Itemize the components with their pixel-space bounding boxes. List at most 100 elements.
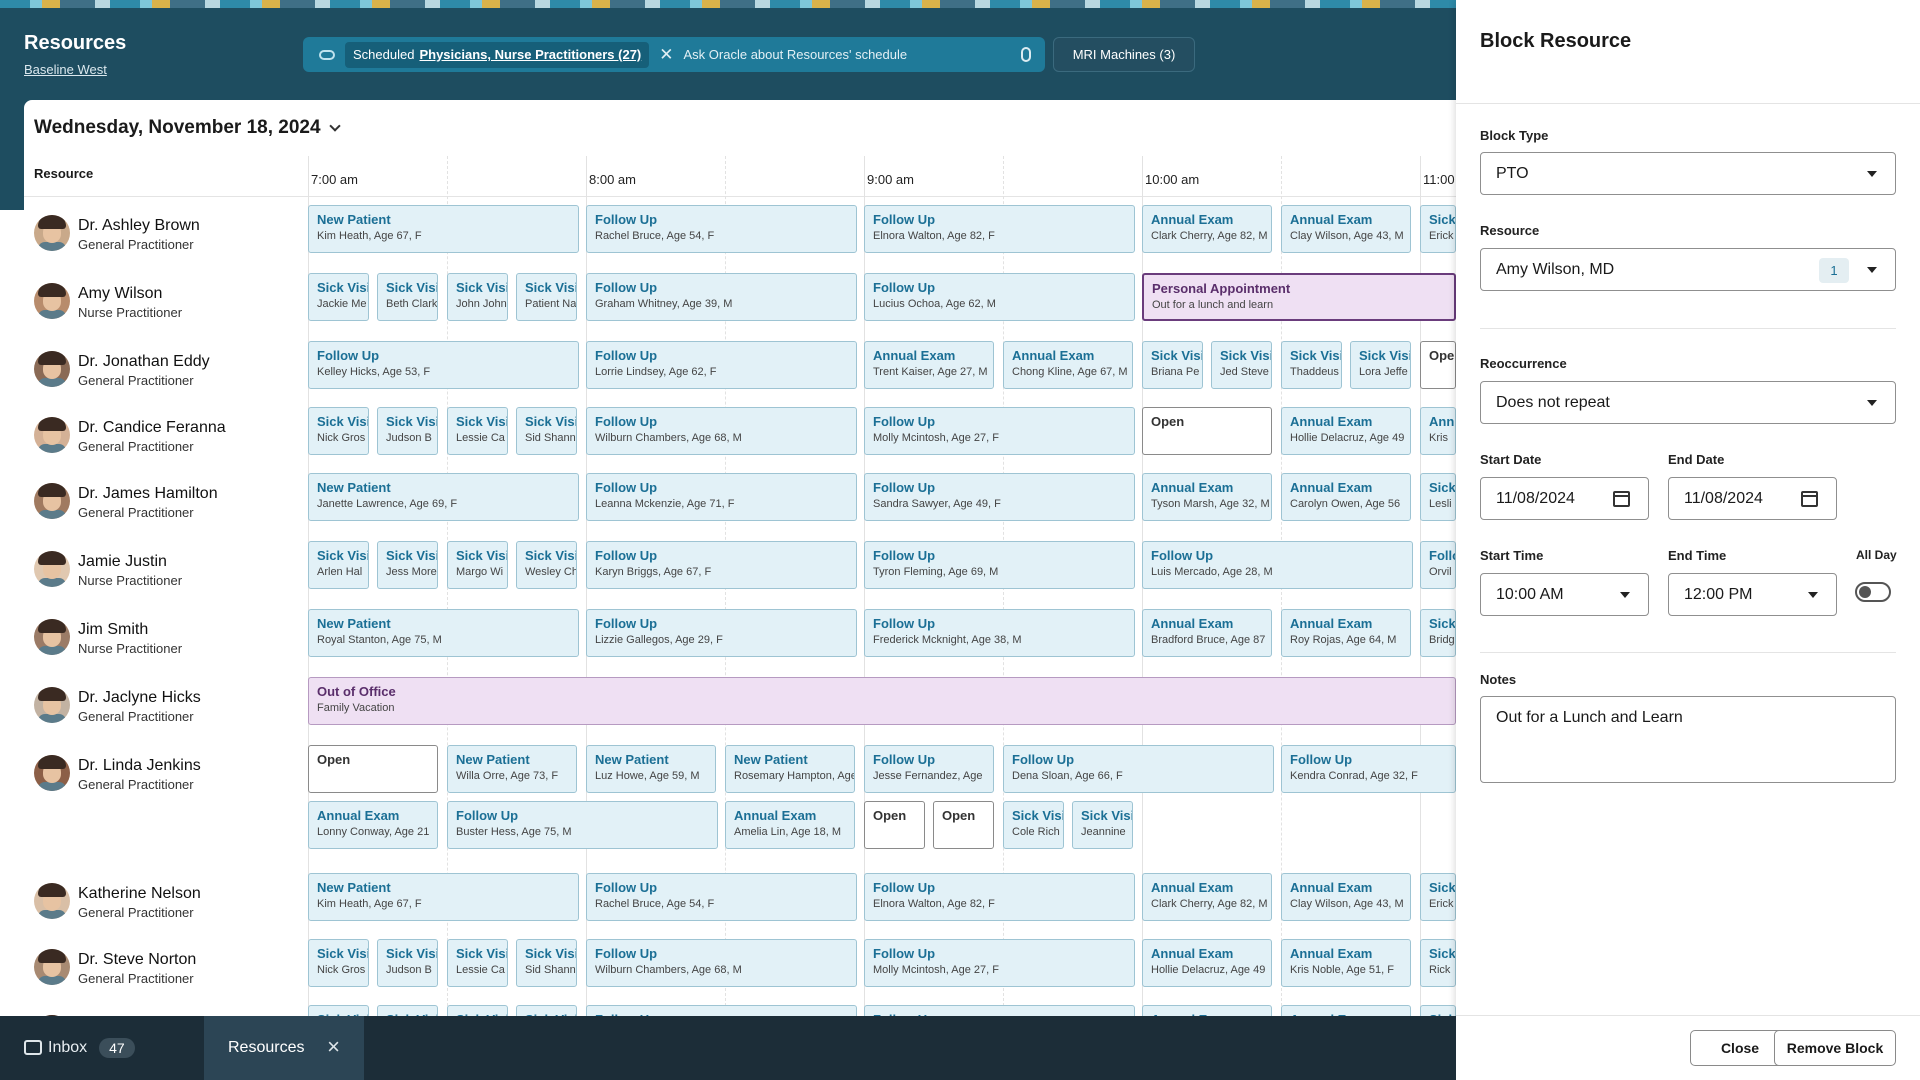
appointment-block[interactable]: Annual Exam Clark Cherry, Age 82, M (1142, 873, 1272, 921)
appointment-block[interactable]: Sick Visit Judson B (377, 407, 438, 455)
appointment-block[interactable]: Sick Visit Cole Rich (1003, 801, 1064, 849)
appointment-block[interactable]: Follow Up (864, 1005, 1135, 1016)
appointment-block[interactable]: Sick Visit Lessie Ca (447, 407, 508, 455)
resource-cell[interactable]: Dr. Candice Feranna General Practitioner (24, 407, 304, 455)
appointment-block[interactable]: Sick Visit Wesley Ch (516, 541, 577, 589)
appointment-block[interactable]: Sick Visit Nick Gros (308, 407, 369, 455)
microphone-icon[interactable] (1021, 47, 1031, 62)
appointment-block[interactable]: Follow Up Lizzie Gallegos, Age 29, F (586, 609, 857, 657)
appointment-block[interactable]: Follow Up Molly Mcintosh, Age 27, F (864, 407, 1135, 455)
date-selector[interactable]: Wednesday, November 18, 2024 (24, 100, 1456, 156)
appointment-block[interactable]: Follow Up Karyn Briggs, Age 67, F (586, 541, 857, 589)
appointment-block[interactable]: Out of Office Family Vacation (308, 677, 1456, 725)
appointment-block[interactable]: Sick Visit (308, 1005, 369, 1016)
appointment-block[interactable]: Follow Up Molly Mcintosh, Age 27, F (864, 939, 1135, 987)
resource-cell[interactable]: Amy Wilson Nurse Practitioner (24, 273, 304, 321)
appointment-block[interactable]: Sick Visit Margo Wi (447, 541, 508, 589)
appointment-block[interactable]: New Patient Janette Lawrence, Age 69, F (308, 473, 579, 521)
appointment-block[interactable]: Sick Visit Patient Na (516, 273, 577, 321)
resource-select[interactable]: Amy Wilson, MD 1 (1480, 248, 1896, 291)
appointment-block[interactable]: Follow Up Graham Whitney, Age 39, M (586, 273, 857, 321)
appointment-block[interactable]: Follo Orvil (1420, 541, 1456, 589)
appointment-block[interactable]: Sick (1420, 1005, 1456, 1016)
appointment-block[interactable]: Annual Exam Hollie Delacruz, Age 49 (1281, 407, 1411, 455)
appointment-block[interactable]: Follow Up Kelley Hicks, Age 53, F (308, 341, 579, 389)
appointment-block[interactable]: Annual Exam Carolyn Owen, Age 56 (1281, 473, 1411, 521)
open-slot[interactable]: Open (864, 801, 925, 849)
appointment-block[interactable]: Annual Exam (1142, 1005, 1272, 1016)
appointment-block[interactable]: Sick Visit (516, 1005, 577, 1016)
appointment-block[interactable]: Annual Exam Amelia Lin, Age 18, M (725, 801, 855, 849)
appointment-block[interactable]: Annual Exam Chong Kline, Age 67, M (1003, 341, 1133, 389)
appointment-block[interactable]: Sick Visit Sid Shann (516, 407, 577, 455)
appointment-block[interactable]: Sick Bridg (1420, 609, 1456, 657)
appointment-block[interactable]: Sick Visit Briana Pe (1142, 341, 1203, 389)
appointment-block[interactable]: Sick Visit Arlen Hal (308, 541, 369, 589)
resource-cell[interactable]: Dr. Linda Jenkins General Practitioner (24, 745, 304, 793)
calendar-icon[interactable] (1801, 491, 1818, 507)
appointment-block[interactable]: Sick Visit Judson B (377, 939, 438, 987)
appointment-block[interactable]: Follow Up Rachel Bruce, Age 54, F (586, 873, 857, 921)
resource-cell[interactable]: Dr. Steve Norton General Practitioner (24, 939, 304, 987)
open-slot[interactable]: Open (308, 745, 438, 793)
appointment-block[interactable]: Annual Exam Lonny Conway, Age 21 (308, 801, 438, 849)
end-date-input[interactable]: 11/08/2024 (1668, 477, 1837, 520)
appointment-block[interactable]: New Patient Rosemary Hampton, Age (725, 745, 855, 793)
appointment-block[interactable]: Annual Exam Clark Cherry, Age 82, M (1142, 205, 1272, 253)
clear-filter-icon[interactable]: ✕ (659, 46, 673, 63)
appointment-block[interactable]: Sick Visit Jess More (377, 541, 438, 589)
open-slot[interactable]: Open (1142, 407, 1272, 455)
open-slot[interactable]: Open (1420, 341, 1456, 389)
start-date-input[interactable]: 11/08/2024 (1480, 477, 1649, 520)
appointment-block[interactable]: Follow Up Jesse Fernandez, Age (864, 745, 994, 793)
appointment-block[interactable]: New Patient Royal Stanton, Age 75, M (308, 609, 579, 657)
close-tab-icon[interactable]: × (327, 1034, 340, 1060)
appointment-block[interactable]: Sick Visit Thaddeus (1281, 341, 1342, 389)
appointment-block[interactable]: Follow Up Rachel Bruce, Age 54, F (586, 205, 857, 253)
appointment-block[interactable]: Sick Visit (447, 1005, 508, 1016)
appointment-block[interactable]: Follow Up Leanna Mckenzie, Age 71, F (586, 473, 857, 521)
appointment-block[interactable]: Sick Visit Lessie Ca (447, 939, 508, 987)
appointment-block[interactable]: Sick Erick (1420, 873, 1456, 921)
resource-cell[interactable]: Jamie Justin Nurse Practitioner (24, 541, 304, 589)
appointment-block[interactable]: Annual Exam Trent Kaiser, Age 27, M (864, 341, 994, 389)
appointment-block[interactable]: Sick Visit Jed Steve (1211, 341, 1272, 389)
appointment-block[interactable]: Annual Exam Kris Noble, Age 51, F (1281, 939, 1411, 987)
inbox-tab[interactable]: Inbox 47 (0, 1016, 200, 1080)
appointment-block[interactable]: Follow Up Sandra Sawyer, Age 49, F (864, 473, 1135, 521)
calendar-icon[interactable] (1613, 491, 1630, 507)
appointment-block[interactable]: New Patient Luz Howe, Age 59, M (586, 745, 716, 793)
appointment-block[interactable]: Follow Up Lorrie Lindsey, Age 62, F (586, 341, 857, 389)
chip-link[interactable]: Physicians, Nurse Practitioners (27) (419, 47, 641, 62)
appointment-block[interactable]: Annual Exam Hollie Delacruz, Age 49 (1142, 939, 1272, 987)
appointment-block[interactable]: Sick Erick (1420, 205, 1456, 253)
resource-cell[interactable]: Dr. Owen Rodgers (24, 1005, 304, 1016)
end-time-select[interactable]: 12:00 PM (1668, 573, 1837, 616)
appointment-block[interactable]: Follow Up Luis Mercado, Age 28, M (1142, 541, 1413, 589)
appointment-block[interactable]: Sick Visit Nick Gros (308, 939, 369, 987)
appointment-block[interactable]: Follow Up Wilburn Chambers, Age 68, M (586, 939, 857, 987)
appointment-block[interactable]: Follow Up Lucius Ochoa, Age 62, M (864, 273, 1135, 321)
appointment-block[interactable]: Annual Exam Clay Wilson, Age 43, M (1281, 205, 1411, 253)
appointment-block[interactable]: Sick Visit Beth Clark (377, 273, 438, 321)
appointment-block[interactable]: Follow Up (586, 1005, 857, 1016)
mri-machines-button[interactable]: MRI Machines (3) (1053, 37, 1195, 72)
assistant-bar[interactable]: Scheduled Physicians, Nurse Practitioners… (303, 37, 1045, 72)
resource-cell[interactable]: Jim Smith Nurse Practitioner (24, 609, 304, 657)
chevron-down-icon[interactable] (328, 119, 341, 132)
appointment-block[interactable]: Follow Up Buster Hess, Age 75, M (447, 801, 718, 849)
resources-tab[interactable]: Resources × (204, 1016, 364, 1080)
appointment-block[interactable]: Annual Exam (1281, 1005, 1411, 1016)
appointment-block[interactable]: Annual Exam Roy Rojas, Age 64, M (1281, 609, 1411, 657)
appointment-block[interactable]: New Patient Willa Orre, Age 73, F (447, 745, 577, 793)
resource-cell[interactable]: Dr. James Hamilton General Practitioner (24, 473, 304, 521)
remove-block-button[interactable]: Remove Block (1774, 1030, 1896, 1066)
appointment-block[interactable]: Follow Up Elnora Walton, Age 82, F (864, 205, 1135, 253)
resource-cell[interactable]: Katherine Nelson General Practitioner (24, 873, 304, 921)
assistant-input[interactable]: Ask Oracle about Resources' schedule (684, 47, 1021, 62)
recurrence-select[interactable]: Does not repeat (1480, 381, 1896, 424)
appointment-block[interactable]: Follow Up Tyron Fleming, Age 69, M (864, 541, 1135, 589)
block-type-select[interactable]: PTO (1480, 152, 1896, 195)
appointment-block[interactable]: Ann Kris (1420, 407, 1456, 455)
appointment-block[interactable]: Sick Visit Jackie Me (308, 273, 369, 321)
